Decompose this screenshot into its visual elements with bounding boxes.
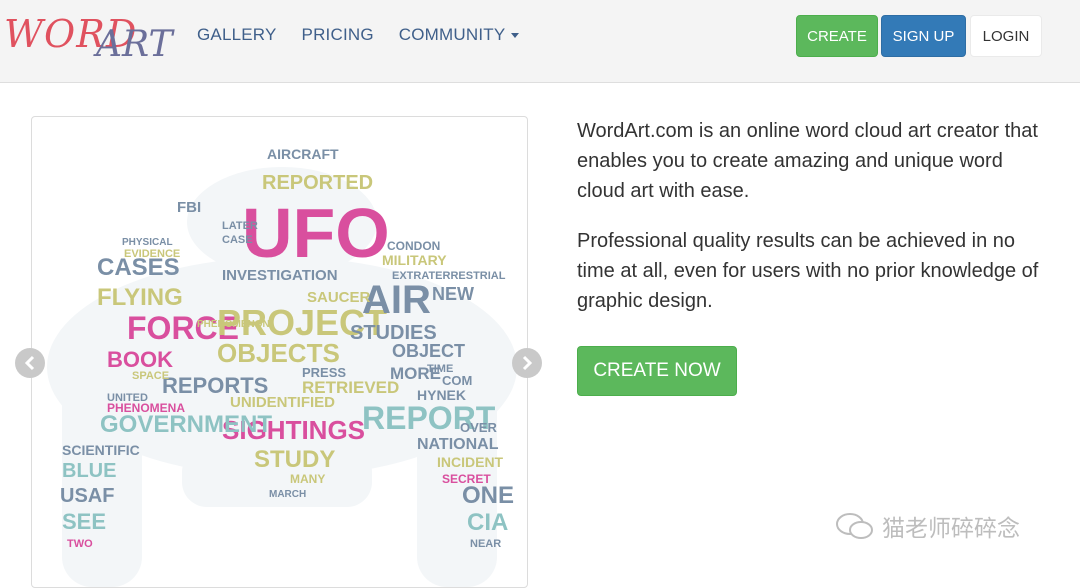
chevron-right-icon <box>522 355 533 371</box>
wordcloud-word: OBJECT <box>392 341 465 361</box>
create-now-button[interactable]: CREATE NOW <box>577 346 737 396</box>
caret-down-icon <box>511 33 520 39</box>
wordcloud-word: INVESTIGATION <box>222 267 338 284</box>
wordcloud-word: EXTRATERRESTRIAL <box>392 270 506 282</box>
wordcloud-word: AIR <box>362 278 431 322</box>
wordcloud-word: FLYING <box>97 284 183 311</box>
carousel-next-button[interactable] <box>512 348 542 378</box>
wordcloud-word: CASE <box>222 234 253 246</box>
wordcloud-word: PRESS <box>302 365 346 380</box>
watermark-text: 猫老师碎碎念 <box>882 515 1020 541</box>
wordart-logo[interactable]: WORD ART <box>4 10 174 66</box>
wordcloud-word: NEW <box>432 284 474 304</box>
nav-community-dropdown[interactable]: COMMUNITY <box>399 25 520 45</box>
top-navbar: WORD ART GALLERY PRICING COMMUNITY CREAT… <box>0 0 1080 83</box>
wordcloud-word: FBI <box>177 199 201 216</box>
wordcloud-word: OBJECTS <box>217 338 340 368</box>
wordcloud-word: CONDON <box>387 239 440 253</box>
carousel-prev-button[interactable] <box>15 348 45 378</box>
wordcloud-word: SEE <box>62 509 106 534</box>
wordcloud-word: PHENOMENON <box>197 319 270 330</box>
wordcloud-word: LATER <box>222 220 258 232</box>
wordcloud-word: UNITED <box>107 392 148 404</box>
wordcloud-word: TIME <box>427 363 453 375</box>
wordcloud-word: UFO <box>242 194 390 272</box>
wordcloud-word: HYNEK <box>417 387 466 403</box>
wordcloud-word: MANY <box>290 472 325 486</box>
wordcloud-word: BOOK <box>107 347 173 372</box>
wordcloud-word: MILITARY <box>382 252 447 268</box>
nav-pricing-link[interactable]: PRICING <box>302 25 374 45</box>
wordcloud-word: ONE <box>462 482 514 509</box>
wordcloud-word: OVER <box>460 420 497 435</box>
wordcloud-word: REPORTED <box>262 172 373 194</box>
login-button[interactable]: LOGIN <box>970 15 1042 57</box>
wordcloud-word: USAF <box>60 485 114 507</box>
nav-community-label: COMMUNITY <box>398 25 506 44</box>
features-paragraph: Professional quality results can be achi… <box>577 230 1039 312</box>
wordcloud-word: COM <box>442 373 472 388</box>
wordcloud-word: INCIDENT <box>437 454 504 470</box>
create-button[interactable]: CREATE <box>796 15 878 57</box>
wordcloud-word: UNIDENTIFIED <box>230 394 335 411</box>
intro-paragraph: WordArt.com is an online word cloud art … <box>577 120 1038 202</box>
main-nav: GALLERY PRICING COMMUNITY <box>197 25 544 45</box>
wordcloud-carousel: AIRCRAFT REPORTED UFO FBI LATER CASE CASES FLYI… <box>31 116 528 588</box>
wordcloud-word: GOVERNMENT <box>100 411 272 438</box>
wordcloud-word: NEAR <box>470 538 501 550</box>
wordcloud-word: BLUE <box>62 460 116 482</box>
wordcloud-word: MARCH <box>269 489 306 500</box>
nav-gallery-link[interactable]: GALLERY <box>197 25 277 45</box>
watermark: 猫老师碎碎念 <box>834 509 1020 543</box>
chevron-left-icon <box>24 355 35 371</box>
logo-art: ART <box>96 24 173 65</box>
wordcloud-word: SPACE <box>132 370 169 382</box>
wordcloud-word: TWO <box>67 538 93 550</box>
wordcloud-word: SAUCER <box>307 289 371 306</box>
wordcloud-word: SCIENTIFIC <box>62 442 140 458</box>
wordcloud-word: CIA <box>467 509 508 536</box>
wordcloud-word: PHYSICAL <box>122 237 173 248</box>
wordcloud-word: STUDY <box>254 446 335 473</box>
wordcloud-word: AIRCRAFT <box>267 146 339 162</box>
wechat-icon <box>836 513 873 539</box>
ufo-wordcloud-image: AIRCRAFTREPORTEDUFOFBILATERCASECASESFLYI… <box>47 146 517 587</box>
wordcloud-word: EVIDENCE <box>124 248 180 260</box>
signup-button[interactable]: SIGN UP <box>881 15 966 57</box>
wordcloud-word: NATIONAL <box>417 436 499 453</box>
